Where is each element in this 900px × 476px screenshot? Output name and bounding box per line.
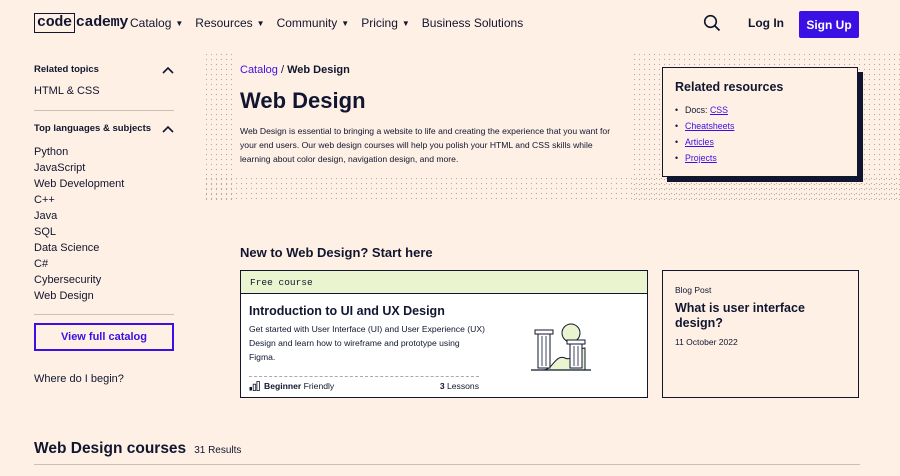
blog-title: What is user interface design? <box>675 301 805 330</box>
resource-item: • Docs: CSS <box>675 102 845 118</box>
language-link[interactable]: C++ <box>34 192 174 208</box>
difficulty-bars-icon <box>249 381 260 391</box>
chevron-up-icon <box>162 66 174 74</box>
language-link[interactable]: Python <box>34 144 174 160</box>
breadcrumb: Catalog / Web Design <box>240 64 350 76</box>
nav-catalog-label: Catalog <box>130 16 172 30</box>
course-lessons: 3 Lessons <box>440 381 479 391</box>
caret-down-icon: ▼ <box>175 18 184 28</box>
logo-academy: cademy <box>75 14 129 31</box>
blog-tag: Blog Post <box>675 285 712 295</box>
caret-down-icon: ▼ <box>401 18 410 28</box>
course-level-rest: Friendly <box>301 381 335 391</box>
blog-date: 11 October 2022 <box>675 337 738 347</box>
language-link[interactable]: JavaScript <box>34 160 174 176</box>
login-button[interactable]: Log In <box>748 16 784 30</box>
related-topics-header[interactable]: Related topics <box>34 64 174 75</box>
main-nav: Catalog ▼ Resources ▼ Community ▼ Pricing ▼ … <box>130 16 535 30</box>
search-icon[interactable] <box>703 14 721 32</box>
docs-prefix: Docs: <box>685 105 708 115</box>
course-description: Get started with User Interface (UI) and… <box>249 324 485 362</box>
language-link[interactable]: Data Science <box>34 240 174 256</box>
course-level: Beginner Friendly <box>249 381 334 391</box>
bullet-icon: • <box>675 153 679 163</box>
course-level-bold: Beginner <box>264 381 302 391</box>
sidebar-divider <box>34 110 174 111</box>
section-divider <box>34 464 860 465</box>
sidebar-divider <box>34 314 174 315</box>
course-title: Introduction to UI and UX Design <box>249 304 445 318</box>
columns-illustration-icon <box>531 323 591 371</box>
resource-item: • Articles <box>675 134 845 150</box>
resources-heading: Related resources <box>675 80 784 94</box>
top-nav: code cademy Catalog ▼ Resources ▼ Community… <box>0 0 900 48</box>
where-do-i-begin-link[interactable]: Where do I begin? <box>34 371 124 387</box>
nav-resources-label: Resources <box>195 16 253 30</box>
logo-code: code <box>34 13 75 33</box>
nav-pricing[interactable]: Pricing ▼ <box>361 16 410 30</box>
cheatsheets-link[interactable]: Cheatsheets <box>685 118 734 134</box>
docs-css-link[interactable]: CSS <box>710 102 728 118</box>
breadcrumb-catalog-link[interactable]: Catalog <box>240 64 278 76</box>
catalog-sidebar: Related topics HTML & CSS Top languages … <box>34 60 174 385</box>
bullet-icon: • <box>675 137 679 147</box>
view-full-catalog-button[interactable]: View full catalog <box>34 323 174 351</box>
nav-pricing-label: Pricing <box>361 16 398 30</box>
nav-catalog[interactable]: Catalog ▼ <box>130 16 183 30</box>
languages-list: Python JavaScript Web Development C++ Ja… <box>34 144 174 304</box>
bullet-icon: • <box>675 121 679 131</box>
nav-community[interactable]: Community ▼ <box>277 16 350 30</box>
free-course-banner: Free course <box>241 271 647 294</box>
related-resources-box: Related resources • Docs: CSS • Cheatsheet… <box>662 67 858 177</box>
page-description: Web Design is essential to bringing a we… <box>240 126 611 164</box>
resource-item: • Cheatsheets <box>675 118 845 134</box>
projects-link[interactable]: Projects <box>685 150 717 166</box>
bullet-icon: • <box>675 105 679 115</box>
language-link[interactable]: Cybersecurity <box>34 272 174 288</box>
lessons-label: Lessons <box>444 381 479 391</box>
page-title: Web Design <box>240 88 366 113</box>
related-topics-list: HTML & CSS <box>34 83 174 99</box>
caret-down-icon: ▼ <box>256 18 265 28</box>
signup-button[interactable]: Sign Up <box>799 11 859 38</box>
articles-link[interactable]: Articles <box>685 134 714 150</box>
topic-link[interactable]: HTML & CSS <box>34 83 174 99</box>
language-link[interactable]: Web Development <box>34 176 174 192</box>
courses-heading: Web Design courses <box>34 440 187 457</box>
breadcrumb-current: Web Design <box>287 64 350 76</box>
language-link[interactable]: Java <box>34 208 174 224</box>
caret-down-icon: ▼ <box>341 18 350 28</box>
breadcrumb-separator: / <box>277 64 288 76</box>
related-topics-heading: Related topics <box>34 64 99 75</box>
courses-section-header: Web Design courses 31 Results <box>34 440 241 458</box>
course-card[interactable]: Free course Introduction to UI and UX De… <box>240 270 648 398</box>
resource-item: • Projects <box>675 150 845 166</box>
nav-business-solutions[interactable]: Business Solutions <box>422 16 523 30</box>
nav-resources[interactable]: Resources ▼ <box>195 16 264 30</box>
nav-community-label: Community <box>276 16 338 30</box>
blog-post-card[interactable]: Blog Post What is user interface design?… <box>662 270 859 398</box>
language-link[interactable]: Web Design <box>34 288 174 304</box>
chevron-up-icon <box>162 125 174 133</box>
language-link[interactable]: C# <box>34 256 174 272</box>
codecademy-logo[interactable]: code cademy <box>34 13 128 33</box>
results-count: 31 Results <box>194 445 242 456</box>
languages-heading: Top languages & subjects <box>34 123 152 134</box>
language-link[interactable]: SQL <box>34 224 174 240</box>
resources-list: • Docs: CSS • Cheatsheets • Articles • Proje… <box>675 102 845 166</box>
languages-header[interactable]: Top languages & subjects <box>34 123 174 134</box>
course-footer: Beginner Friendly 3 Lessons <box>249 376 479 391</box>
start-here-heading: New to Web Design? Start here <box>240 245 433 260</box>
nav-business-label: Business Solutions <box>421 16 524 30</box>
